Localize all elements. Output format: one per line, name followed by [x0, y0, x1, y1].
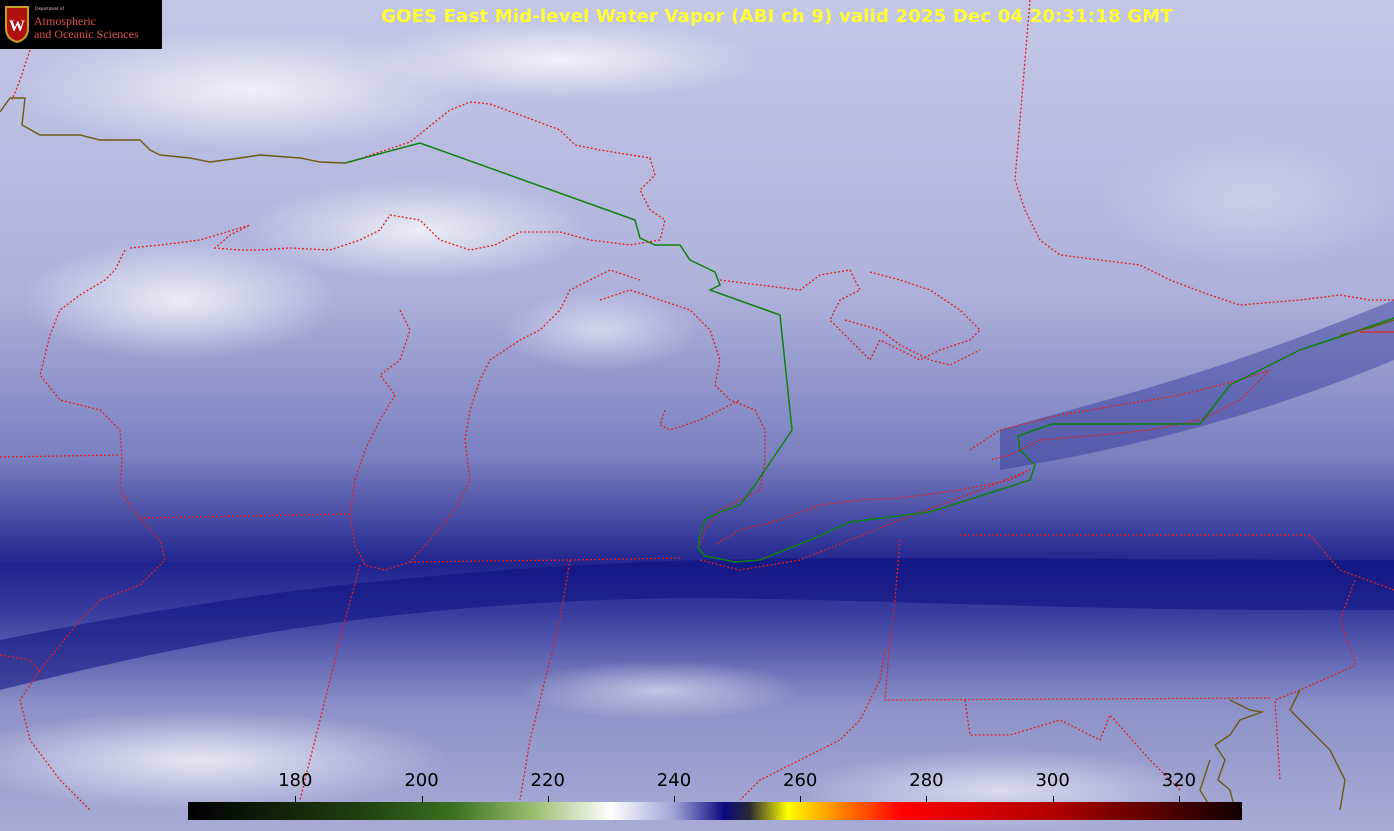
title-text: GOES East Mid-level Water Vapor (ABI ch …	[381, 6, 1173, 27]
colorbar-tick-label: 300	[1035, 770, 1070, 791]
colorbar-tick-label: 240	[656, 770, 692, 791]
colorbar-tick-mark	[295, 796, 297, 802]
colorbar-tick-mark	[1178, 796, 1180, 802]
satellite-map-view: W Department of Atmospheric and Oceanic …	[0, 0, 1394, 831]
colorbar-gradient	[188, 802, 1242, 820]
colorbar-tick-mark	[926, 796, 928, 802]
image-title: GOES East Mid-level Water Vapor (ABI ch …	[0, 6, 1394, 27]
colorbar-tick-label: 320	[1161, 770, 1197, 791]
colorbar-tick-label: 280	[909, 770, 944, 791]
colorbar-tick-mark	[1052, 796, 1054, 802]
colorbar-tick-mark	[673, 796, 675, 802]
colorbar-tick-mark	[800, 796, 802, 802]
colorbar	[188, 802, 1242, 820]
colorbar-tick-label: 200	[404, 770, 439, 791]
logo-line-2: and Oceanic Sciences	[34, 27, 139, 41]
colorbar-tick-label: 180	[278, 770, 313, 791]
colorbar-tick-mark	[421, 796, 423, 802]
colorbar-tick-label: 260	[783, 770, 818, 791]
colorbar-tick-label: 220	[530, 770, 565, 791]
colorbar-tick-mark	[547, 796, 549, 802]
water-vapor-map	[0, 0, 1394, 831]
